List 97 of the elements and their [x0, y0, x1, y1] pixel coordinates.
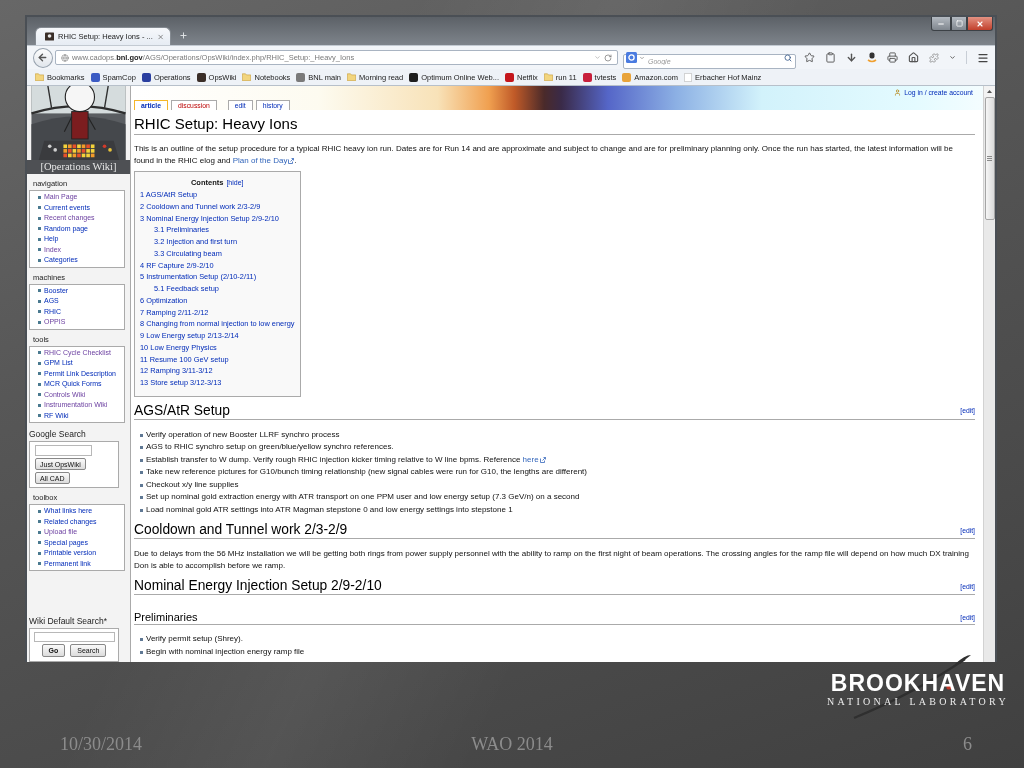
list-item: AGS to RHIC synchro setup on green/blue/yellow synchro references. — [146, 441, 394, 454]
bullet-icon — [38, 237, 41, 241]
close-icon[interactable] — [156, 32, 164, 41]
page-title: RHIC Setup: Heavy Ions — [134, 115, 975, 135]
search-engine-icon[interactable] — [626, 52, 637, 63]
puzzle-icon[interactable] — [929, 52, 939, 63]
bullet-icon — [38, 382, 41, 386]
bullet-icon — [38, 541, 41, 545]
external-link-icon — [288, 157, 295, 164]
section-heading: AGS/AtR Setup — [134, 402, 230, 419]
bullet-icon — [38, 509, 41, 513]
caret-down-icon[interactable] — [949, 54, 956, 61]
bullet-icon — [38, 403, 41, 407]
scrollbar-thumb[interactable] — [984, 97, 995, 220]
page-number: 6 — [963, 733, 972, 755]
arrow-left-icon — [37, 52, 49, 63]
footer-title: WAO 2014 — [471, 733, 553, 755]
bullet-icon — [140, 446, 143, 449]
logo-caption: [Operations Wiki] — [27, 160, 130, 174]
minimize-button[interactable] — [931, 17, 951, 31]
search-field[interactable] — [35, 445, 92, 456]
bullet-icon — [38, 393, 41, 397]
bullet-icon — [38, 351, 41, 355]
bullet-icon — [38, 289, 41, 293]
reload-icon[interactable] — [604, 53, 612, 62]
close-icon — [976, 19, 984, 28]
maximize-icon — [955, 20, 963, 27]
bullet-icon — [140, 433, 143, 437]
site-icon — [45, 32, 55, 41]
user-icon — [894, 89, 902, 96]
list-item: Load nominal gold ATR settings into ATR Magman stepstone 0 and low energy settings into stepstone 1 — [146, 503, 513, 516]
caret-down-icon[interactable] — [639, 54, 645, 61]
close-button[interactable] — [967, 17, 993, 31]
caret-up-icon — [987, 90, 992, 93]
clipboard-icon[interactable] — [825, 52, 836, 63]
list-item: Verify permit setup (Shrey). — [146, 633, 243, 646]
list-item: Verify operation of new Booster LLRF synchro process — [146, 428, 340, 441]
bullet-icon — [38, 310, 41, 314]
bullet-icon — [140, 496, 143, 499]
folder-icon — [347, 73, 356, 81]
folder-icon — [543, 73, 553, 81]
bullet-icon — [38, 299, 41, 303]
bullet-icon — [140, 508, 143, 512]
footer-date: 10/30/2014 — [60, 733, 142, 755]
external-link[interactable]: here — [522, 454, 546, 464]
star-icon[interactable] — [804, 52, 815, 63]
menu-icon[interactable] — [977, 51, 989, 64]
bullet-icon — [38, 258, 41, 262]
bullet-icon — [140, 650, 143, 654]
page-icon — [684, 72, 693, 82]
globe-icon — [60, 53, 69, 62]
printer-icon[interactable] — [887, 52, 898, 63]
maximize-button[interactable] — [951, 17, 967, 31]
bullet-icon — [38, 551, 41, 555]
search-icon[interactable] — [784, 53, 792, 62]
logo-wordmark: BROOKHAVEN — [830, 671, 1006, 695]
bullet-icon — [38, 372, 41, 376]
list-item: Set up nominal gold extraction energy with ATR transport on one PPM user and low energy setup (7.3 GeV/n) on a second — [146, 491, 580, 504]
bullet-icon — [140, 483, 143, 487]
logo-subtitle: NATIONAL LABORATORY — [827, 696, 1009, 708]
smile-logo-icon[interactable] — [867, 52, 877, 63]
bullet-icon — [38, 216, 41, 220]
bullet-icon — [38, 320, 41, 324]
scrollbar-track[interactable] — [983, 86, 995, 662]
home-icon[interactable] — [908, 52, 919, 63]
list-item: Checkout x/y line supplies — [146, 478, 239, 491]
bullet-icon — [38, 227, 41, 231]
intro-paragraph: This is an outline of the setup procedure for a typical RHIC heavy ion run. Dates are for Run 14 and are approximate and subject to change and are for preliminary planning only. Once the run has started, the latest information will be found in the RHIC elog and Plan of the Day . — [134, 143, 954, 166]
bullet-icon — [38, 195, 41, 199]
arrow-down-icon[interactable] — [846, 52, 857, 63]
section-heading: Cooldown and Tunnel work 2/3-2/9 — [134, 522, 348, 539]
portlet-title: Google Search — [29, 429, 86, 440]
bullet-icon — [38, 562, 41, 566]
bullet-icon — [140, 458, 143, 462]
folder-icon — [242, 73, 252, 81]
bullet-icon — [38, 206, 41, 210]
back-button[interactable] — [33, 47, 53, 68]
bullet-icon — [38, 520, 41, 524]
portlet-title: Wiki Default Search* — [29, 616, 107, 627]
section-heading: Nominal Energy Injection Setup 2/9-2/10 — [134, 578, 382, 595]
folder-icon — [35, 73, 44, 81]
external-link[interactable]: Plan of the Day — [232, 155, 295, 165]
scroll-up-button[interactable] — [984, 86, 995, 97]
bullet-icon — [38, 248, 41, 252]
search-field[interactable] — [33, 632, 115, 642]
body-paragraph: Due to delays from the 56 MHz installation we will be getting both rings from power supply personnel with the ability to ramp on the first night of beam operations. The crossing angles for the ramp file will depend on how much DX training Don is able to accomplish before we ramp. — [134, 548, 970, 573]
bullet-icon — [38, 414, 41, 418]
bullet-icon — [38, 361, 41, 365]
list-item: Establish transfer to W dump. Verify rough RHIC injection kicker timing relative to W line bpms. Reference here — [146, 453, 546, 467]
plus-icon[interactable] — [179, 31, 188, 40]
bullet-icon — [38, 530, 41, 534]
external-link-icon — [539, 456, 546, 463]
bullet-icon — [140, 638, 143, 641]
section-heading: Preliminaries — [134, 610, 198, 625]
bullet-icon — [140, 471, 143, 474]
list-item: Begin with nominal injection energy ramp file — [146, 645, 305, 658]
list-item: Take new reference pictures for G10/bunch timing relationship (new signal cables were run for G10, the lengths are different) — [146, 466, 587, 479]
